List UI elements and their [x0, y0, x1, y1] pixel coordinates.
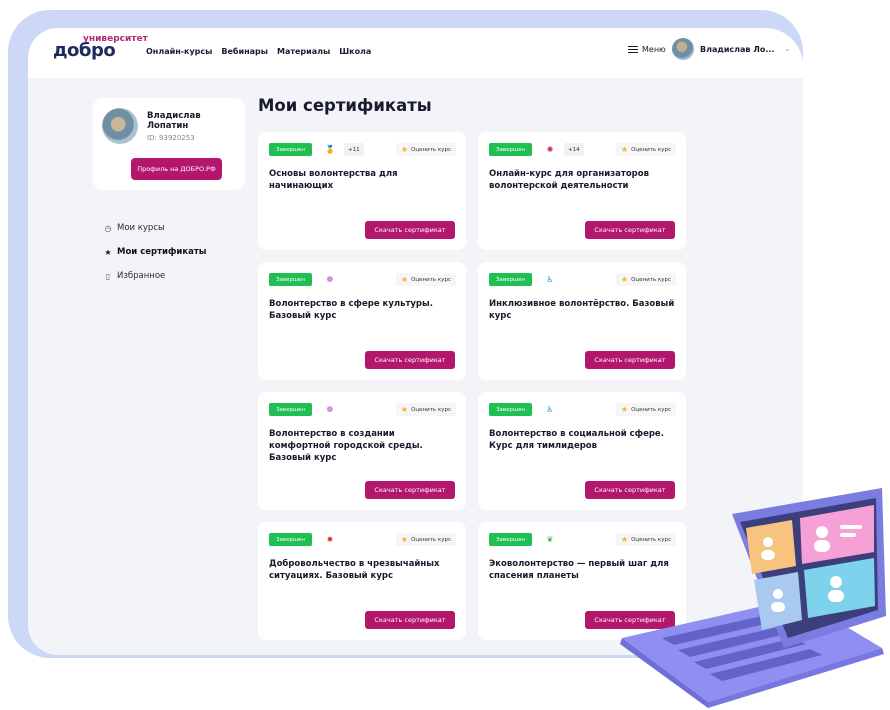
side-item-favorites[interactable]: ▯ Избранное	[104, 264, 207, 288]
rate-label: Оценить курс	[631, 406, 671, 413]
status-badge: Завершен	[269, 273, 313, 286]
profile-card: Владислав Лопатин ID: 93920253 Профиль н…	[93, 98, 245, 190]
status-badge: Завершен	[269, 403, 313, 416]
status-badge: Завершен	[489, 403, 533, 416]
user-name: Владислав Ло...	[700, 44, 775, 54]
medal-icon: 🏅	[325, 145, 335, 154]
course-card: Завершен ❁ ★ Оценить курс Волонтерство в …	[258, 392, 466, 510]
user-menu[interactable]: Владислав Ло... ⌄	[672, 38, 790, 60]
course-card: Завершен 🏅 +11 ★ Оценить курс Основы воло…	[258, 132, 466, 250]
star-icon: ★	[400, 534, 409, 544]
nav-online-courses[interactable]: Онлайн-курсы	[146, 47, 212, 56]
rate-course-button[interactable]: ★ Оценить курс	[615, 143, 676, 156]
course-title: Волонтерство в социальной сфере. Курс дл…	[489, 429, 664, 451]
download-certificate-button[interactable]: Скачать сертификат	[585, 351, 675, 369]
culture-icon: ❁	[326, 275, 334, 284]
bookmark-icon: ▯	[105, 271, 111, 281]
star-icon: ★	[620, 144, 629, 154]
more-badges-count: +11	[344, 143, 364, 156]
rate-label: Оценить курс	[411, 276, 451, 283]
profile-id: ID: 93920253	[147, 134, 195, 142]
hands-icon: ✺	[546, 145, 554, 154]
star-icon: ★	[400, 144, 409, 154]
emergency-icon: ✹	[326, 535, 334, 544]
status-badge: Завершен	[269, 143, 313, 156]
rate-label: Оценить курс	[631, 276, 671, 283]
side-menu: ◷ Мои курсы ★ Мои сертификаты ▯ Избранно…	[104, 216, 207, 288]
side-item-my-courses[interactable]: ◷ Мои курсы	[104, 216, 207, 240]
profile-avatar	[102, 108, 138, 144]
course-title: Волонтерство в создании комфортной город…	[269, 429, 423, 463]
course-card: Завершен ✺ +14 ★ Оценить курс Онлайн-курс…	[478, 132, 686, 250]
rate-course-button[interactable]: ★ Оценить курс	[395, 273, 456, 286]
download-certificate-button[interactable]: Скачать сертификат	[365, 351, 455, 369]
city-icon: ❁	[326, 405, 334, 414]
nav-materials[interactable]: Материалы	[277, 47, 330, 56]
rate-label: Оценить курс	[411, 146, 451, 153]
laptop-illustration	[620, 488, 886, 708]
star-icon: ★	[620, 274, 629, 284]
status-badge: Завершен	[489, 143, 533, 156]
rate-label: Оценить курс	[631, 146, 671, 153]
rate-label: Оценить курс	[411, 536, 451, 543]
download-certificate-button[interactable]: Скачать сертификат	[585, 221, 675, 239]
download-certificate-button[interactable]: Скачать сертификат	[365, 221, 455, 239]
rate-course-button[interactable]: ★ Оценить курс	[395, 403, 456, 416]
logo-subtitle: университет	[83, 34, 148, 44]
sprout-icon: ❦	[546, 535, 554, 544]
main-nav: Онлайн-курсы Вебинары Материалы Школа	[146, 47, 371, 56]
rate-label: Оценить курс	[411, 406, 451, 413]
hamburger-icon	[628, 45, 638, 54]
status-badge: Завершен	[489, 533, 533, 546]
nav-webinars[interactable]: Вебинары	[221, 47, 268, 56]
menu-button[interactable]: Меню	[628, 45, 666, 54]
status-badge: Завершен	[489, 273, 533, 286]
star-icon: ★	[620, 404, 629, 414]
course-title: Добровольчество в чрезвычайных ситуациях…	[269, 559, 440, 581]
rate-course-button[interactable]: ★ Оценить курс	[395, 533, 456, 546]
rate-course-button[interactable]: ★ Оценить курс	[615, 273, 676, 286]
side-item-label: Избранное	[117, 271, 166, 281]
download-certificate-button[interactable]: Скачать сертификат	[365, 611, 455, 629]
side-item-my-certificates[interactable]: ★ Мои сертификаты	[104, 240, 207, 264]
course-title: Инклюзивное волонтёрство. Базовый курс	[489, 299, 675, 321]
course-title: Онлайн-курс для организаторов волонтерск…	[489, 169, 649, 191]
rate-course-button[interactable]: ★ Оценить курс	[615, 403, 676, 416]
avatar	[672, 38, 694, 60]
page-title: Мои сертификаты	[258, 96, 432, 115]
download-certificate-button[interactable]: Скачать сертификат	[365, 481, 455, 499]
chevron-down-icon: ⌄	[784, 45, 791, 53]
course-card: Завершен ♿ ★ Оценить курс Инклюзивное вол…	[478, 262, 686, 380]
side-item-label: Мои сертификаты	[117, 247, 207, 257]
menu-label: Меню	[642, 45, 666, 54]
rate-course-button[interactable]: ★ Оценить курс	[395, 143, 456, 156]
course-title: Основы волонтерства для начинающих	[269, 169, 398, 191]
logo[interactable]: университет добро	[53, 34, 148, 62]
profile-name: Владислав Лопатин	[147, 111, 201, 131]
top-header: университет добро Онлайн-курсы Вебинары …	[28, 28, 803, 78]
course-card: Завершен ✹ ★ Оценить курс Добровольчество…	[258, 522, 466, 640]
course-card: Завершен ❁ ★ Оценить курс Волонтерство в …	[258, 262, 466, 380]
star-icon: ★	[400, 274, 409, 284]
clock-icon: ◷	[104, 223, 112, 233]
course-title: Волонтерство в сфере культуры. Базовый к…	[269, 299, 433, 321]
star-icon: ★	[400, 404, 409, 414]
star-icon: ★	[104, 247, 112, 257]
more-badges-count: +14	[564, 143, 584, 156]
nav-school[interactable]: Школа	[339, 47, 371, 56]
profile-link-button[interactable]: Профиль на ДОБРО.РФ	[131, 158, 222, 180]
accessibility-icon: ♿	[546, 275, 554, 284]
accessibility-icon: ♿	[546, 405, 554, 414]
side-item-label: Мои курсы	[117, 223, 165, 233]
status-badge: Завершен	[269, 533, 313, 546]
